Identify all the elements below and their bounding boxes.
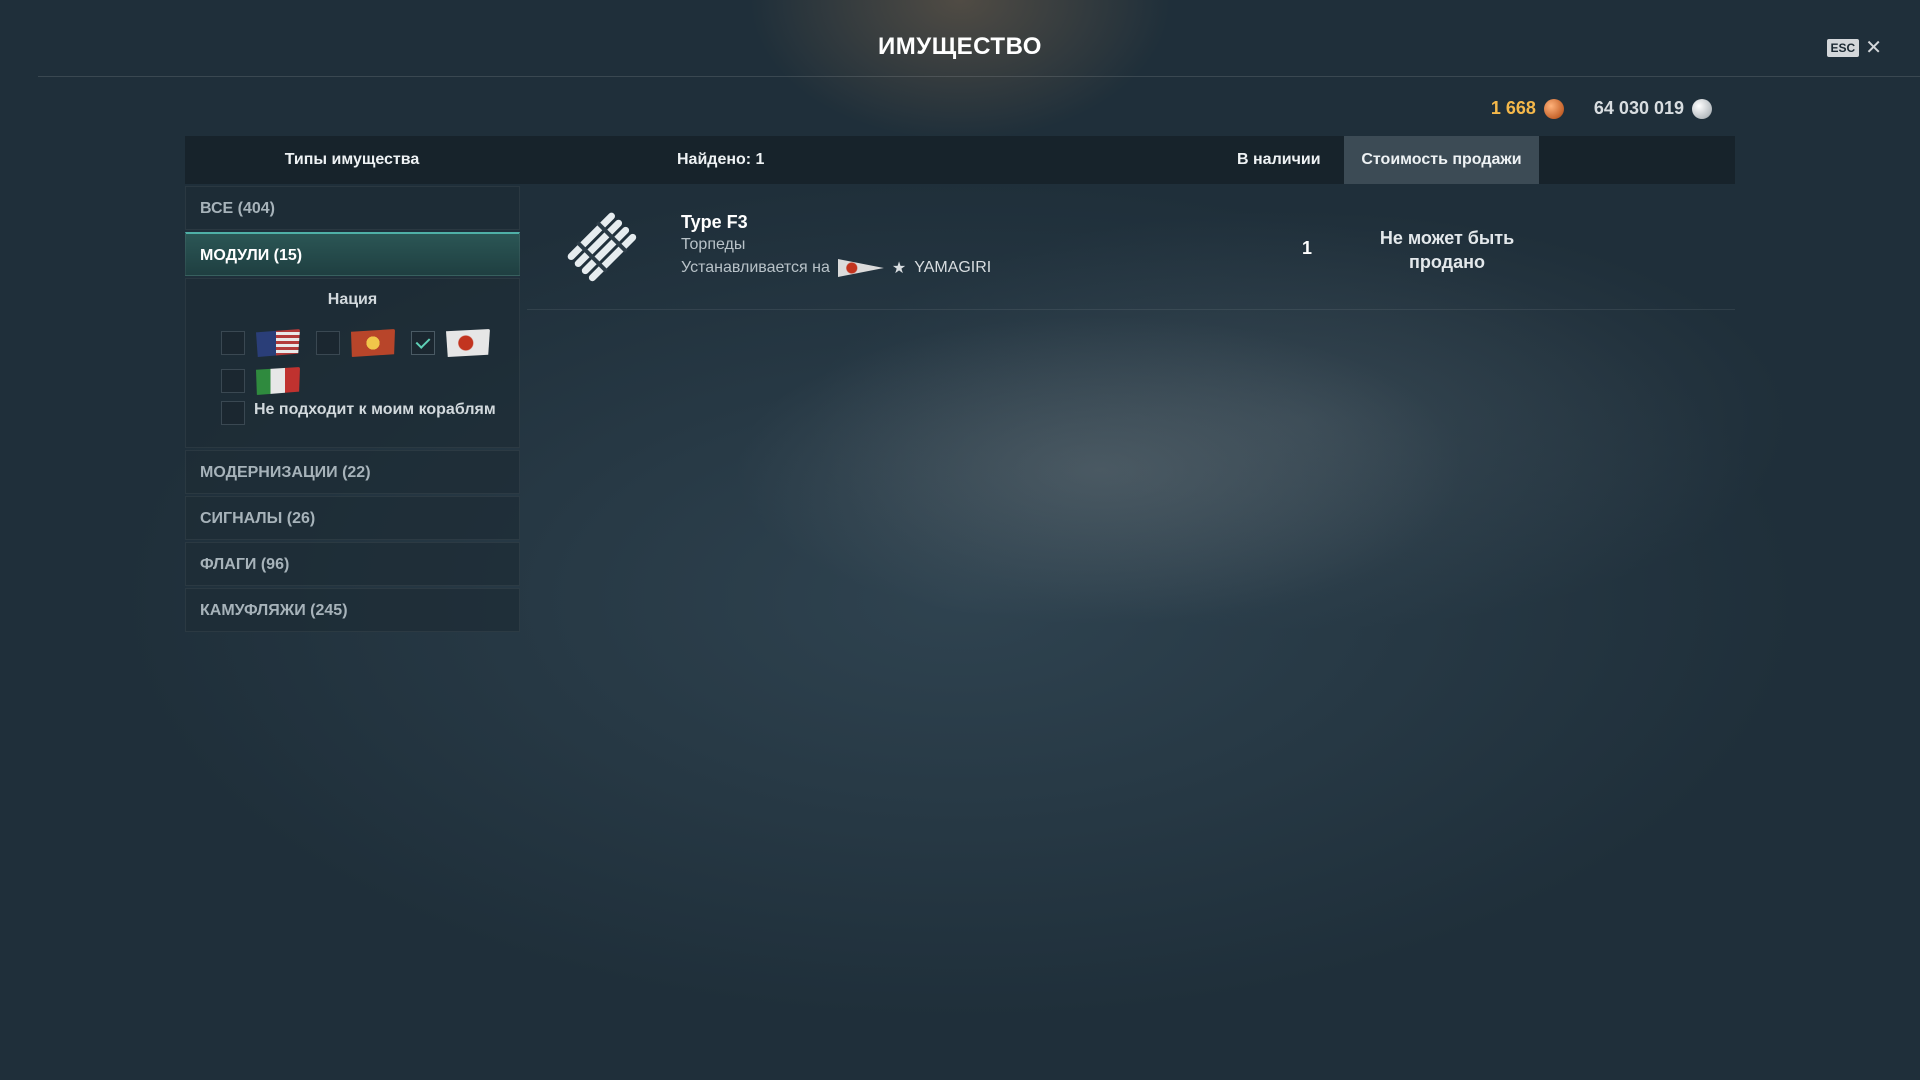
- category-camouflages[interactable]: КАМУФЛЯЖИ (245): [185, 588, 520, 632]
- france-checkbox[interactable]: [316, 331, 340, 355]
- currency-panel: 1 668 64 030 019: [1491, 98, 1712, 119]
- japan-pennant-icon: [837, 259, 884, 277]
- japan-flag-icon[interactable]: [446, 329, 490, 357]
- item-stock: 1: [1301, 238, 1312, 258]
- results-count: Найдено: 1: [677, 151, 765, 168]
- category-signals[interactable]: СИГНАЛЫ (26): [185, 496, 520, 540]
- category-modules[interactable]: МОДУЛИ (15): [185, 232, 520, 276]
- credits-balance: 64 030 019: [1594, 98, 1712, 119]
- top-bar: ИМУЩЕСТВО ESC ✕: [0, 0, 1920, 78]
- japan-checkbox[interactable]: [411, 331, 435, 355]
- close-icon[interactable]: ✕: [1865, 38, 1882, 58]
- nation-filter-panel: Нация Не подходит к моим кораблям: [185, 278, 520, 448]
- ship-name: YAMAGIRI: [914, 259, 992, 276]
- credit-icon: [1692, 98, 1712, 119]
- price-line-1: Не может быть: [1379, 228, 1515, 248]
- not-fitting-label[interactable]: Не подходит к моим кораблям: [254, 401, 496, 419]
- category-flags[interactable]: ФЛАГИ (96): [185, 542, 520, 586]
- france-flag-icon[interactable]: [351, 329, 395, 357]
- item-type: Торпеды: [681, 236, 746, 253]
- column-header-bar: Типы имущества Найдено: 1 В наличии Стои…: [185, 136, 1735, 184]
- column-types: Типы имущества: [284, 151, 420, 168]
- doubloon-icon: [1543, 98, 1564, 119]
- italy-checkbox[interactable]: [221, 369, 245, 393]
- item-installed-on: Устанавливается на ★ YAMAGIRI: [681, 258, 991, 278]
- item-sale-price: Не может быть продано: [1339, 226, 1555, 274]
- usa-flag-icon[interactable]: [256, 329, 300, 357]
- esc-close-button[interactable]: ESC ✕: [1826, 38, 1882, 58]
- nation-filter-title: Нация: [327, 291, 378, 308]
- category-upgrades[interactable]: МОДЕРНИЗАЦИИ (22): [185, 450, 520, 494]
- column-in-stock[interactable]: В наличии: [1237, 136, 1321, 184]
- price-line-2: продано: [1409, 252, 1485, 272]
- star-icon: ★: [891, 260, 907, 277]
- doubloons-balance: 1 668: [1491, 98, 1564, 119]
- result-row[interactable]: Type F3 Торпеды Устанавливается на ★ YAM…: [527, 186, 1735, 310]
- category-sidebar: ВСЕ (404) МОДУЛИ (15) Нация Не подходит …: [185, 186, 520, 634]
- column-sale-price[interactable]: Стоимость продажи: [1344, 136, 1539, 184]
- item-name: Type F3: [681, 212, 748, 232]
- doubloons-value: 1 668: [1490, 98, 1536, 118]
- installed-label: Устанавливается на: [681, 259, 830, 276]
- torpedo-icon: [567, 212, 637, 282]
- usa-checkbox[interactable]: [221, 331, 245, 355]
- esc-key-badge[interactable]: ESC: [1826, 39, 1860, 57]
- page-title: ИМУЩЕСТВО: [878, 33, 1042, 60]
- credits-value: 64 030 019: [1593, 98, 1684, 118]
- italy-flag-icon[interactable]: [256, 367, 300, 395]
- category-all[interactable]: ВСЕ (404): [185, 186, 520, 230]
- not-fitting-checkbox[interactable]: [221, 401, 245, 425]
- header-divider: [38, 76, 1920, 77]
